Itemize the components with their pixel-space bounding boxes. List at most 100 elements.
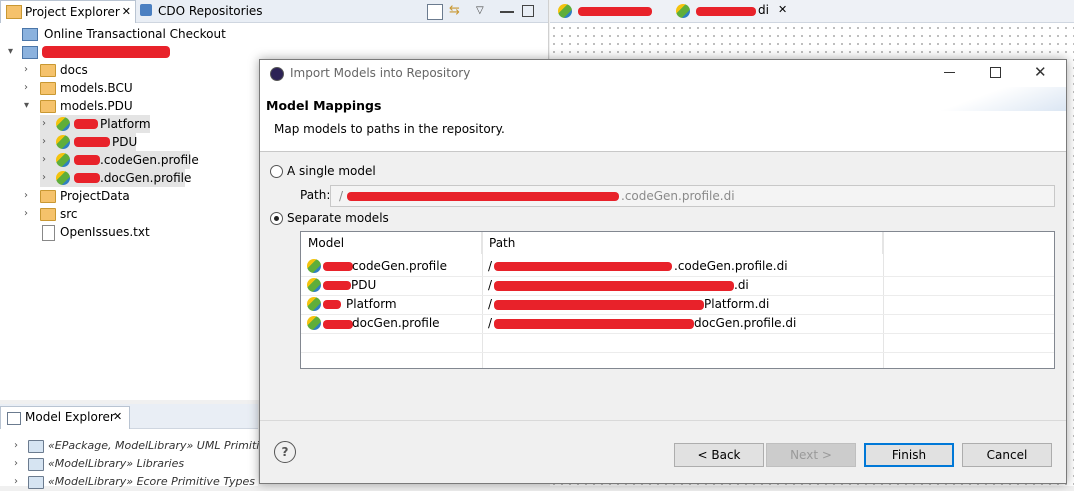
view-menu-icon[interactable]: ▽ — [476, 4, 490, 18]
dialog-title: Import Models into Repository — [290, 66, 471, 80]
close-icon[interactable]: ✕ — [1034, 63, 1047, 81]
collapsed-arrow-icon[interactable]: › — [24, 61, 34, 79]
collapsed-arrow-icon[interactable]: › — [14, 437, 24, 455]
path-cell-prefix: / — [488, 297, 493, 311]
collapsed-arrow-icon[interactable]: › — [42, 133, 52, 151]
redaction — [494, 319, 694, 329]
close-icon[interactable]: ✕ — [113, 410, 122, 423]
collapsed-arrow-icon[interactable]: › — [24, 205, 34, 223]
model-explorer-icon — [7, 412, 21, 425]
redaction — [323, 320, 353, 329]
folder-icon — [40, 64, 56, 77]
item-label: «EPackage, ModelLibrary» UML Primitive — [48, 439, 273, 452]
tree-item-docgen-profile[interactable]: › .docGen.profile — [40, 169, 191, 187]
model-cell: PDU — [351, 278, 377, 292]
minimize-icon[interactable] — [944, 72, 955, 73]
next-button[interactable]: Next > — [766, 443, 856, 467]
tree-item-openissues[interactable]: OpenIssues.txt — [40, 223, 150, 241]
tab-label: CDO Repositories — [158, 4, 263, 18]
model-explorer-item[interactable]: › «EPackage, ModelLibrary» UML Primitive — [14, 437, 273, 455]
column-header-model[interactable]: Model — [301, 232, 482, 254]
collapsed-arrow-icon[interactable]: › — [42, 151, 52, 169]
path-value-suffix: .codeGen.profile.di — [621, 189, 735, 203]
cdo-icon — [140, 4, 152, 16]
package-icon — [28, 476, 44, 489]
table-row[interactable]: docGen.profile / docGen.profile.di — [301, 314, 1054, 334]
table-row[interactable]: Platform / Platform.di — [301, 295, 1054, 315]
redaction — [494, 262, 672, 271]
back-button[interactable]: < Back — [674, 443, 764, 467]
tree-label: src — [60, 207, 78, 221]
tree-item-projectdata[interactable]: › ProjectData — [24, 187, 130, 205]
collapse-all-icon[interactable] — [427, 4, 443, 20]
project-icon — [22, 28, 38, 41]
tree-item-docs[interactable]: › docs — [24, 61, 88, 79]
item-label: «ModelLibrary» Ecore Primitive Types — [48, 475, 255, 488]
tab-model-explorer[interactable]: Model Explorer ✕ — [0, 406, 130, 429]
folder-icon — [40, 82, 56, 95]
collapsed-arrow-icon[interactable]: › — [14, 473, 24, 491]
editor-tabbar: di ✕ — [550, 0, 1074, 23]
tree-item-platform[interactable]: › Platform — [40, 115, 151, 133]
link-with-editor-icon[interactable]: ⇆ — [449, 4, 463, 18]
model-cell: Platform — [346, 297, 397, 311]
tree-label: OpenIssues.txt — [60, 225, 150, 239]
tree-item-models-pdu[interactable]: ▾ models.PDU — [24, 97, 133, 115]
tree-label: ProjectData — [60, 189, 130, 203]
redaction — [74, 137, 110, 147]
tree-label: .docGen.profile — [100, 171, 192, 185]
model-explorer-item[interactable]: › «ModelLibrary» Ecore Primitive Types — [14, 473, 255, 491]
model-explorer-tabbar: Model Explorer ✕ — [0, 404, 258, 429]
tree-item-main-project[interactable]: ▾ — [8, 43, 208, 61]
close-icon[interactable]: ✕ — [778, 3, 787, 16]
tree-item-src[interactable]: › src — [24, 205, 78, 223]
editor-tab-1[interactable] — [556, 0, 656, 22]
papyrus-model-icon — [56, 117, 70, 131]
tab-cdo-repositories[interactable]: CDO Repositories — [134, 0, 279, 22]
cancel-button[interactable]: Cancel — [962, 443, 1052, 467]
collapsed-arrow-icon[interactable]: › — [24, 187, 34, 205]
model-explorer-item[interactable]: › «ModelLibrary» Libraries — [14, 455, 184, 473]
tree-item-models-bcu[interactable]: › models.BCU — [24, 79, 133, 97]
separate-models-radio[interactable] — [270, 212, 283, 225]
expanded-arrow-icon[interactable]: ▾ — [8, 43, 18, 61]
expanded-arrow-icon[interactable]: ▾ — [24, 97, 34, 115]
maximize-icon[interactable] — [990, 67, 1001, 78]
page-title: Model Mappings — [266, 98, 382, 113]
minimize-icon[interactable] — [500, 11, 514, 13]
collapsed-arrow-icon[interactable]: › — [42, 169, 52, 187]
path-cell-suffix: docGen.profile.di — [694, 316, 797, 330]
dialog-titlebar[interactable]: Import Models into Repository ✕ — [260, 60, 1066, 87]
page-description: Map models to paths in the repository. — [274, 122, 505, 136]
collapsed-arrow-icon[interactable]: › — [42, 115, 52, 133]
path-field[interactable]: / .codeGen.profile.di — [330, 185, 1055, 207]
folder-icon — [40, 208, 56, 221]
finish-button[interactable]: Finish — [864, 443, 954, 467]
folder-icon — [40, 190, 56, 203]
model-mapping-table[interactable]: Model Path codeGen.profile / .codeGen.pr… — [300, 231, 1055, 369]
single-model-radio[interactable] — [270, 165, 283, 178]
collapsed-arrow-icon[interactable]: › — [14, 455, 24, 473]
maximize-icon[interactable] — [522, 5, 534, 17]
package-icon — [28, 458, 44, 471]
tab-label: Project Explorer — [25, 5, 120, 19]
path-cell-suffix: .di — [734, 278, 749, 292]
tree-item-codegen-profile[interactable]: › .codeGen.profile — [40, 151, 199, 169]
papyrus-model-icon — [676, 4, 690, 18]
table-row[interactable]: codeGen.profile / .codeGen.profile.di — [301, 257, 1054, 277]
tree-item-online-checkout[interactable]: Online Transactional Checkout — [22, 25, 226, 43]
tab-project-explorer[interactable]: Project Explorer ✕ — [0, 0, 136, 23]
tree-item-pdu[interactable]: › PDU — [40, 133, 137, 151]
column-header-path[interactable]: Path — [482, 232, 883, 254]
papyrus-model-icon — [307, 259, 321, 273]
dialog-header: Model Mappings Map models to paths in th… — [260, 87, 1066, 152]
table-row-empty — [301, 333, 1054, 353]
path-cell-suffix: .codeGen.profile.di — [674, 259, 788, 273]
table-row[interactable]: PDU / .di — [301, 276, 1054, 296]
help-icon[interactable]: ? — [274, 441, 296, 463]
collapsed-arrow-icon[interactable]: › — [24, 79, 34, 97]
editor-tab-2[interactable]: di ✕ — [674, 0, 794, 22]
redaction — [323, 281, 351, 290]
close-icon[interactable]: ✕ — [122, 1, 131, 23]
papyrus-model-icon — [56, 153, 70, 167]
